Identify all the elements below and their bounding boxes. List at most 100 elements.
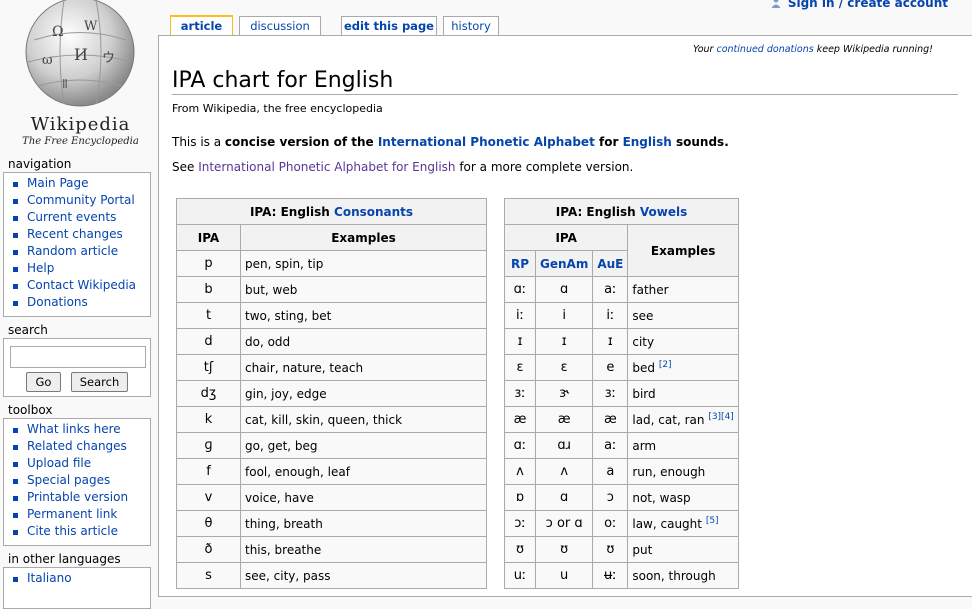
examples-cell: cat, kill, skin, queen, thick [240,406,487,433]
examples-cell: pen, spin, tip [240,250,487,277]
tab-article[interactable]: article [170,15,233,37]
ipa-link[interactable]: International Phonetic Alphabet [378,135,595,149]
consonants-link[interactable]: Consonants [334,205,413,219]
site-notice: Your continued donations keep Wikipedia … [693,44,933,55]
examples-cell: fool, enough, leaf [240,458,487,485]
table-row: tʃ chair, nature, teach [176,354,487,381]
nav-item-0[interactable]: Main Page [11,175,150,192]
toolbox-title: toolbox [8,403,53,417]
language-item-0[interactable]: Italiano [11,570,150,587]
vowels-caption-text: IPA: English [555,204,640,219]
toolbox-item-6[interactable]: Cite this article [11,523,150,540]
consonants-examples-header: Examples [240,224,487,251]
examples-cell: this, breathe [240,536,487,563]
nav-item-7[interactable]: Donations [11,294,150,311]
toolbox-item-5[interactable]: Permanent link [11,506,150,523]
bullet-icon [13,250,18,255]
aue-symbol: ɪ [592,328,629,355]
table-row: θ thing, breath [176,510,487,537]
examples-cell: not, wasp [627,484,739,511]
vowels-caption: IPA: English Vowels [504,198,739,225]
wikipedia-logo[interactable]: Ω W И ω ウ ǁ Wikipedia The Free Encyclope… [14,0,144,150]
toolbox-item-1[interactable]: Related changes [11,438,150,455]
footnote-link[interactable]: [2] [659,360,672,370]
vowels-link[interactable]: Vowels [640,205,687,219]
nav-item-1[interactable]: Community Portal [11,192,150,209]
site-notice-text-end: keep Wikipedia running! [813,44,933,55]
english-link[interactable]: English [623,135,672,149]
ipa-symbol: t [176,302,241,329]
aue-symbol: ɔ [592,484,629,511]
toolbox-item-3[interactable]: Special pages [11,472,150,489]
nav-item-4[interactable]: Random article [11,243,150,260]
vowels-table: IPA: English Vowels IPA Examples RP GenA… [503,198,739,589]
go-button[interactable]: Go [26,372,61,392]
examples-text: law, caught [632,517,702,531]
consonants-ipa-header: IPA [176,224,241,251]
toolbox-item-label: Upload file [27,456,92,470]
toolbox-item-label: Printable version [27,490,129,504]
footnote-link[interactable]: [5] [706,516,719,526]
svg-text:ǁ: ǁ [62,77,68,91]
table-row: v voice, have [176,484,487,511]
nav-item-3[interactable]: Recent changes [11,226,150,243]
examples-cell: father [627,276,739,303]
svg-text:W: W [84,19,98,34]
table-row: t two, sting, bet [176,302,487,329]
table-row: k cat, kill, skin, queen, thick [176,406,487,433]
genam-link[interactable]: GenAm [534,250,594,277]
svg-text:И: И [74,45,88,64]
ipa-symbol: tʃ [176,354,241,381]
toolbox-item-4[interactable]: Printable version [11,489,150,506]
tab-edit[interactable]: edit this page [341,16,437,36]
bullet-icon [13,428,18,433]
aue-symbol: a [592,458,629,485]
nav-item-2[interactable]: Current events [11,209,150,226]
search-portlet: Go Search [3,338,151,397]
table-row: ɡ go, get, beg [176,432,487,459]
svg-text:ウ: ウ [102,51,115,66]
nav-item-5[interactable]: Help [11,260,150,277]
donations-link[interactable]: continued donations [717,44,814,55]
ipa-symbol: ð [176,536,241,563]
examples-cell: gin, joy, edge [240,380,487,407]
table-row: dʒ gin, joy, edge [176,380,487,407]
aue-symbol: ɜː [592,380,629,407]
table-row: æ æ æ lad, cat, ran [3][4] [504,406,739,433]
sign-in-link[interactable]: Sign in / create account [770,0,948,10]
ipa-symbol: k [176,406,241,433]
nav-item-6[interactable]: Contact Wikipedia [11,277,150,294]
genam-symbol: ɔ or ɑ [534,510,594,537]
search-button[interactable]: Search [71,372,128,392]
navigation-portlet: Main Page Community Portal Current events R… [3,172,151,317]
language-item-label: Italiano [27,571,72,585]
examples-text: see [632,308,654,323]
vowels-examples-header: Examples [627,224,739,277]
tab-history[interactable]: history [443,16,499,36]
tab-discussion[interactable]: discussion [239,16,321,36]
aue-symbol: e [592,354,629,381]
genam-symbol: ʌ [534,458,594,485]
rp-link[interactable]: RP [504,250,536,277]
toolbox-item-2[interactable]: Upload file [11,455,150,472]
aue-link[interactable]: AuE [592,250,629,277]
ipa-english-link[interactable]: International Phonetic Alphabet for Engl… [198,160,455,174]
table-row: ɔː ɔ or ɑ oː law, caught [5] [504,510,739,537]
table-row: ɒ ɑ ɔ not, wasp [504,484,739,511]
intro-bold-for: for [594,135,623,149]
navigation-title: navigation [8,157,72,171]
bullet-icon [13,216,18,221]
bullet-icon [13,284,18,289]
examples-text: run, enough [632,464,706,479]
toolbox-item-label: Related changes [27,439,127,453]
table-row: d do, odd [176,328,487,355]
examples-cell: do, odd [240,328,487,355]
footnote-link[interactable]: [3][4] [708,412,734,422]
table-row: uː u ʉː soon, through [504,562,739,589]
examples-cell: bed [2] [627,354,739,381]
genam-symbol: ɑ [534,484,594,511]
search-input[interactable] [10,346,146,368]
bullet-icon [13,199,18,204]
languages-title: in other languages [8,552,121,566]
toolbox-item-0[interactable]: What links here [11,421,150,438]
